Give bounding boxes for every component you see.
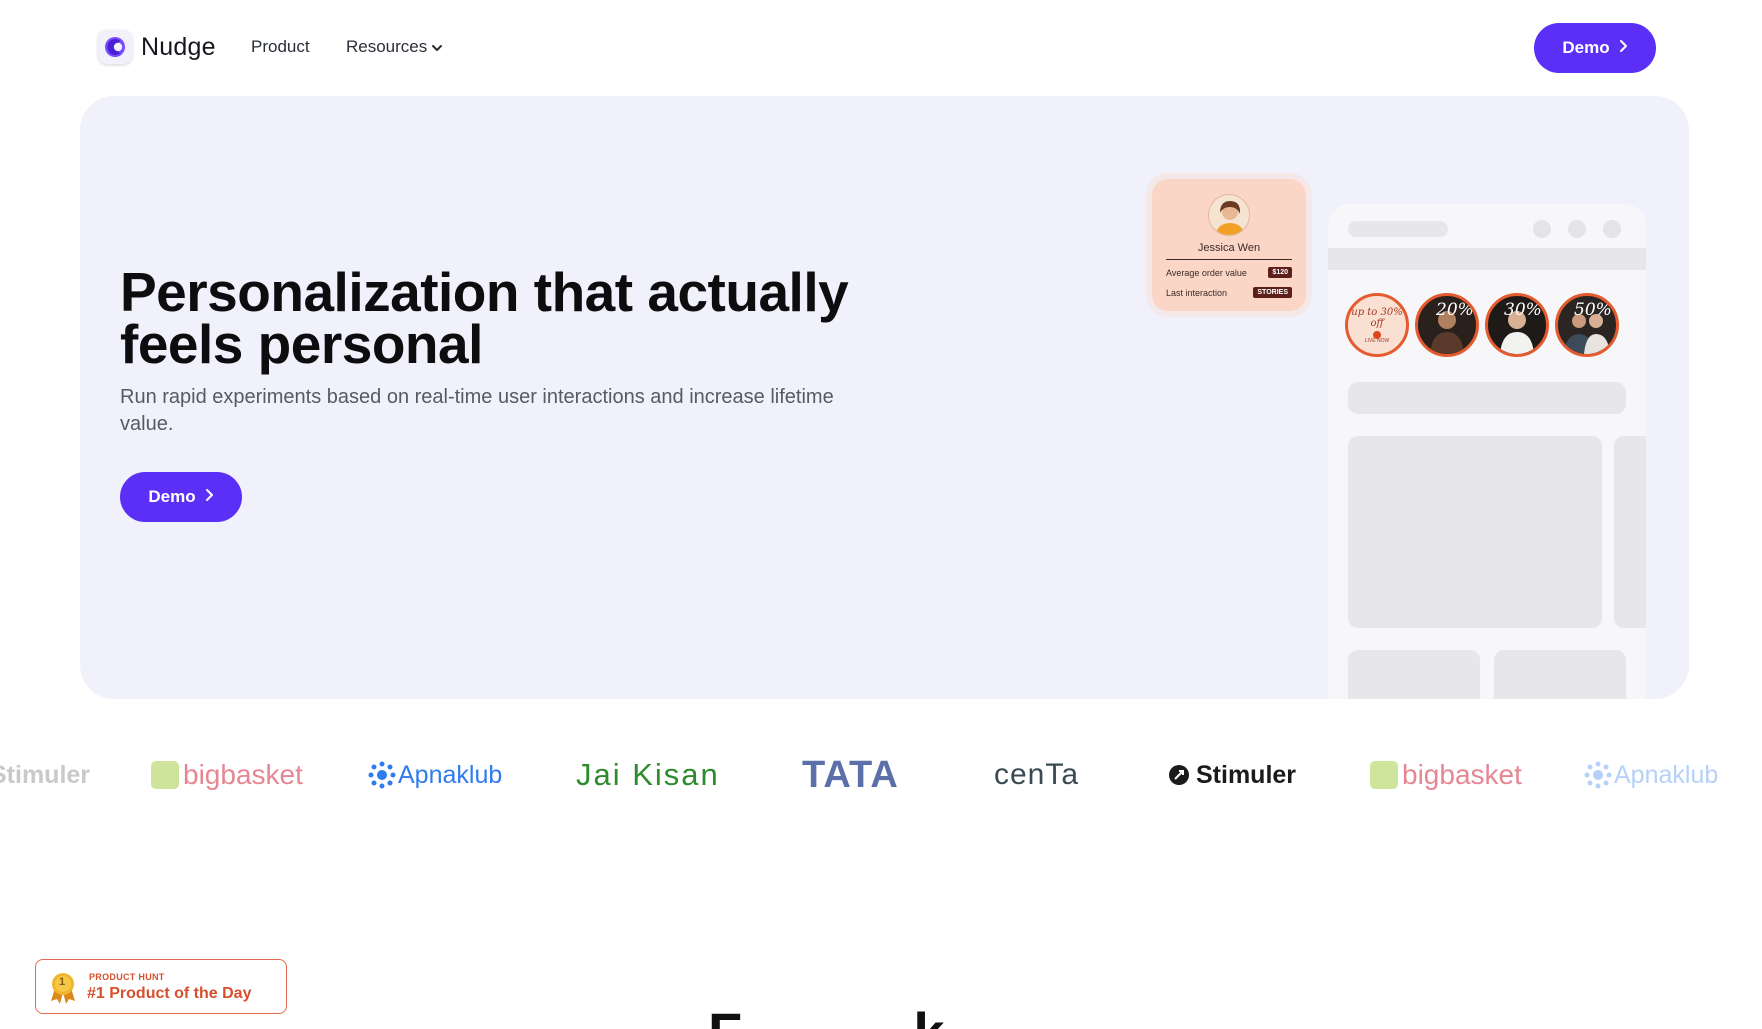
- logo-apnaklub: Apnaklub: [368, 735, 502, 815]
- profile-row-aov: Average order value $120: [1166, 267, 1292, 278]
- bigbasket-icon: [151, 761, 179, 789]
- logo-text: cenTa: [994, 758, 1080, 791]
- nav-demo-label: Demo: [1562, 38, 1610, 57]
- mock-dot: [1603, 220, 1621, 238]
- user-avatar: [1208, 194, 1250, 236]
- logo-text: bigbasket: [1402, 759, 1522, 790]
- hero-section: Personalization that actually feels pers…: [80, 96, 1689, 699]
- live-dot-icon: [1373, 331, 1381, 339]
- hero-subtitle: Run rapid experiments based on real-time…: [120, 386, 834, 435]
- story-label: 20%: [1436, 300, 1474, 320]
- clipped-heading-glyphs: F k: [708, 1010, 945, 1029]
- story-30[interactable]: 30%: [1485, 293, 1549, 357]
- logo-stimuler-faded: Stimuler: [0, 735, 90, 815]
- badge-kicker: PRODUCT HUNT: [89, 972, 165, 982]
- hero-demo-label: Demo: [148, 487, 196, 506]
- chevron-right-icon: [205, 487, 214, 507]
- chevron-down-icon: [431, 38, 443, 58]
- apnaklub-icon: [368, 761, 396, 789]
- story-offer-text: up to 30% off: [1351, 307, 1403, 329]
- profile-name: Jessica Wen: [1197, 242, 1261, 254]
- nav-link-resources-label: Resources: [346, 37, 428, 56]
- mock-tile: [1494, 650, 1626, 699]
- logo-apnaklub-faded: Apnaklub: [1584, 735, 1718, 815]
- brand-logo[interactable]: Nudge: [98, 30, 216, 64]
- profile-divider: [1166, 259, 1292, 260]
- mock-banner-next: [1614, 436, 1646, 628]
- apnaklub-icon: [1584, 761, 1612, 789]
- profile-row-label: Average order value: [1166, 267, 1247, 278]
- mock-title-bar: [1348, 221, 1448, 237]
- nav-link-resources[interactable]: Resources: [346, 37, 443, 58]
- medal-rank: 1: [59, 976, 66, 988]
- app-mockup: up to 30% off LIVE NOW 20% 30% 50%: [1328, 204, 1646, 699]
- profile-row-value: $120: [1268, 267, 1292, 278]
- mock-search-bar: [1348, 382, 1626, 414]
- story-label: 30%: [1504, 300, 1542, 320]
- story-label: 50%: [1574, 300, 1612, 320]
- mock-tile: [1348, 650, 1480, 699]
- product-hunt-badge[interactable]: 1 PRODUCT HUNT #1 Product of the Day: [35, 959, 287, 1014]
- mock-dot: [1568, 220, 1586, 238]
- stimuler-icon: [1169, 765, 1189, 785]
- nudge-logo-icon: [98, 30, 132, 64]
- next-section-heading-clipped: F k: [700, 1010, 1000, 1029]
- nav-demo-button[interactable]: Demo: [1534, 23, 1656, 73]
- profile-row-label: Last interaction: [1166, 287, 1228, 298]
- story-50[interactable]: 50%: [1555, 293, 1619, 357]
- hero-title: Personalization that actually feels pers…: [120, 261, 849, 375]
- bigbasket-icon: [1370, 761, 1398, 789]
- logo-text: Apnaklub: [398, 760, 503, 789]
- mock-header-strip: [1328, 248, 1646, 270]
- logo-text: Stimuler: [0, 760, 91, 789]
- logo-bigbasket: bigbasket: [1370, 735, 1522, 815]
- logo-centa: cenTa: [994, 735, 1079, 815]
- hero-demo-button[interactable]: Demo: [120, 472, 242, 522]
- brand-name: Nudge: [141, 32, 216, 61]
- logo-stimuler: Stimuler: [1168, 735, 1296, 815]
- top-nav: Nudge Product Resources Demo: [0, 0, 1762, 96]
- logo-bigbasket: bigbasket: [151, 735, 303, 815]
- mock-dot: [1533, 220, 1551, 238]
- customer-logos: Stimuler bigbasket Apnaklub Jai Kisan TA…: [0, 735, 1762, 815]
- logo-text: Stimuler: [1196, 760, 1297, 789]
- profile-row-last-interaction: Last interaction STORIES: [1166, 287, 1292, 298]
- logo-tata: TATA: [802, 735, 899, 815]
- profile-card: Jessica Wen Average order value $120 Las…: [1152, 179, 1306, 311]
- logo-text: TATA: [802, 753, 899, 796]
- chevron-right-icon: [1619, 38, 1628, 58]
- mock-banner: [1348, 436, 1602, 628]
- nav-link-product[interactable]: Product: [251, 37, 310, 57]
- badge-title: #1 Product of the Day: [87, 985, 252, 1002]
- logo-text: bigbasket: [183, 759, 303, 790]
- story-offer[interactable]: up to 30% off LIVE NOW: [1345, 293, 1409, 357]
- profile-row-value: STORIES: [1253, 287, 1292, 298]
- logo-jai-kisan: Jai Kisan: [576, 735, 720, 815]
- logo-text: Apnaklub: [1614, 760, 1719, 789]
- story-20[interactable]: 20%: [1415, 293, 1479, 357]
- logo-text: Jai Kisan: [576, 757, 720, 792]
